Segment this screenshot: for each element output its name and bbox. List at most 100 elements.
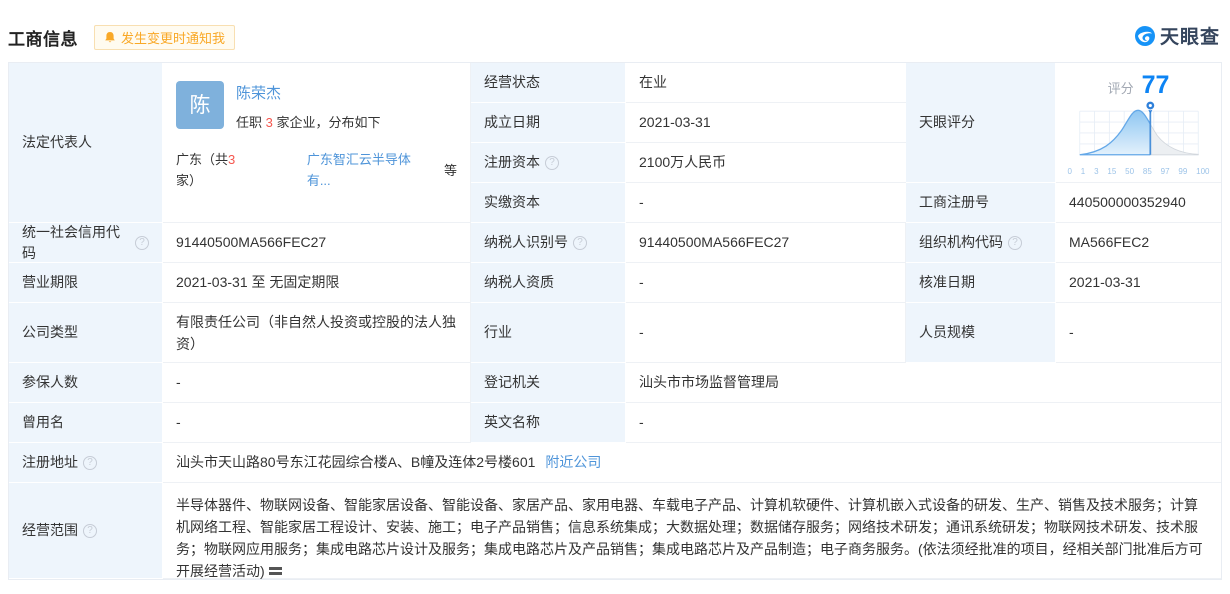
business-info-table: 法定代表人 陈 陈荣杰 任职 3 家企业，分布如下 广东（共3家） 广东智汇云半… xyxy=(8,62,1222,580)
field-value-registration-no: 440500000352940 xyxy=(1056,183,1221,223)
notify-on-change-button[interactable]: 发生变更时通知我 xyxy=(94,25,235,50)
field-label-legal-rep: 法定代表人 xyxy=(9,63,163,223)
score-axis-tick: 15 xyxy=(1107,161,1116,182)
field-label-registration-authority: 登记机关 xyxy=(471,363,626,403)
field-value-taxpayer-qualification: - xyxy=(626,263,906,303)
field-value-approval-date: 2021-03-31 xyxy=(1056,263,1221,303)
score-axis-tick: 97 xyxy=(1161,161,1170,182)
field-value-business-term: 2021-03-31 至 无固定期限 xyxy=(163,263,471,303)
field-value-org-code: MA566FEC2 xyxy=(1056,223,1221,263)
score-distribution-chart xyxy=(1068,99,1210,160)
field-value-company-type: 有限责任公司（非自然人投资或控股的法人独资） xyxy=(163,303,471,363)
field-value-staff-size: - xyxy=(1056,303,1221,363)
role-count: 3 xyxy=(266,115,273,130)
table-row: 统一社会信用代码? 91440500MA566FEC27 纳税人识别号? 914… xyxy=(9,223,1221,263)
bell-icon xyxy=(104,31,116,44)
field-label-registration-no: 工商注册号 xyxy=(906,183,1056,223)
field-value-registered-address: 汕头市天山路80号东江花园综合楼A、B幢及连体2号楼601 附近公司 xyxy=(163,443,1221,483)
legal-rep-distribution-line: 广东（共3家） 广东智汇云半导体有... 等 xyxy=(176,149,457,191)
help-icon[interactable]: ? xyxy=(83,524,97,538)
field-label-taxpayer-id: 纳税人识别号? xyxy=(471,223,626,263)
field-label-org-code: 组织机构代码? xyxy=(906,223,1056,263)
table-row: 注册地址? 汕头市天山路80号东江花园综合楼A、B幢及连体2号楼601 附近公司 xyxy=(9,443,1221,483)
table-row: 法定代表人 陈 陈荣杰 任职 3 家企业，分布如下 广东（共3家） 广东智汇云半… xyxy=(9,63,1221,223)
help-icon[interactable]: ? xyxy=(135,236,149,250)
score-axis-tick: 99 xyxy=(1178,161,1187,182)
help-icon[interactable]: ? xyxy=(573,236,587,250)
nearby-companies-link[interactable]: 附近公司 xyxy=(545,452,601,473)
legal-rep-avatar[interactable]: 陈 xyxy=(176,81,224,129)
field-value-credit-code: 91440500MA566FEC27 xyxy=(163,223,471,263)
score-axis-tick: 50 xyxy=(1125,161,1134,182)
field-label-company-type: 公司类型 xyxy=(9,303,163,363)
scope-report-icon[interactable] xyxy=(269,561,282,583)
legal-rep-name-link[interactable]: 陈荣杰 xyxy=(236,83,281,104)
etc-label: 等 xyxy=(444,160,457,181)
field-label-business-scope: 经营范围? xyxy=(9,483,163,579)
field-label-industry: 行业 xyxy=(471,303,626,363)
field-value-taxpayer-id: 91440500MA566FEC27 xyxy=(626,223,906,263)
tianyancha-logo[interactable]: 天眼查 xyxy=(1134,22,1220,49)
field-value-establish-date: 2021-03-31 xyxy=(626,103,906,143)
section-header: 工商信息 发生变更时通知我 天眼查 xyxy=(8,20,1222,54)
field-label-registered-capital: 注册资本? xyxy=(471,143,626,183)
field-label-former-name: 曾用名 xyxy=(9,403,163,443)
score-axis-tick: 3 xyxy=(1094,161,1098,182)
score-axis: 013 15 50 85 97 99 100 xyxy=(1068,161,1210,182)
score-headline: 评分 77 xyxy=(1108,73,1170,99)
table-row: 曾用名 - 英文名称 - xyxy=(9,403,1221,443)
field-label-insured-count: 参保人数 xyxy=(9,363,163,403)
score-value: 77 xyxy=(1142,73,1170,98)
field-label-business-status: 经营状态 xyxy=(471,63,626,103)
table-row: 公司类型 有限责任公司（非自然人投资或控股的法人独资） 行业 - 人员规模 - xyxy=(9,303,1221,363)
field-label-establish-date: 成立日期 xyxy=(471,103,626,143)
field-value-industry: - xyxy=(626,303,906,363)
notify-button-label: 发生变更时通知我 xyxy=(121,28,225,47)
legal-rep-top: 陈 陈荣杰 任职 3 家企业，分布如下 xyxy=(176,81,380,133)
help-icon[interactable]: ? xyxy=(545,156,559,170)
score-axis-tick: 1 xyxy=(1081,161,1085,182)
related-company-link[interactable]: 广东智汇云半导体有... xyxy=(307,149,434,191)
score-word: 评分 xyxy=(1108,78,1134,99)
middle-column-group: 经营状态 在业 成立日期 2021-03-31 注册资本? 2100万人民币 实… xyxy=(471,63,906,223)
field-value-registration-authority: 汕头市市场监督管理局 xyxy=(626,363,1221,403)
tianyancha-logo-text: 天眼查 xyxy=(1160,22,1220,49)
field-label-english-name: 英文名称 xyxy=(471,403,626,443)
legal-rep-cell: 陈 陈荣杰 任职 3 家企业，分布如下 广东（共3家） 广东智汇云半导体有...… xyxy=(163,63,471,223)
field-value-insured-count: - xyxy=(163,363,471,403)
field-value-business-scope: 半导体器件、物联网设备、智能家居设备、智能设备、家居产品、家用电器、车载电子产品… xyxy=(163,483,1221,579)
table-row: 天眼评分 评分 77 xyxy=(906,63,1221,183)
field-label-taxpayer-qualification: 纳税人资质 xyxy=(471,263,626,303)
table-row: 经营状态 在业 xyxy=(471,63,906,103)
table-row: 营业期限 2021-03-31 至 无固定期限 纳税人资质 - 核准日期 202… xyxy=(9,263,1221,303)
field-label-staff-size: 人员规模 xyxy=(906,303,1056,363)
help-icon[interactable]: ? xyxy=(1008,236,1022,250)
help-icon[interactable]: ? xyxy=(83,456,97,470)
field-value-registered-capital: 2100万人民币 xyxy=(626,143,906,183)
region-count: 3 xyxy=(228,152,235,167)
tianyancha-eye-icon xyxy=(1134,25,1156,47)
score-marker-pin xyxy=(1145,101,1154,114)
field-label-approval-date: 核准日期 xyxy=(906,263,1056,303)
field-label-credit-code: 统一社会信用代码? xyxy=(9,223,163,263)
table-row: 参保人数 - 登记机关 汕头市市场监督管理局 xyxy=(9,363,1221,403)
table-row: 注册资本? 2100万人民币 xyxy=(471,143,906,183)
business-info-page: 工商信息 发生变更时通知我 天眼查 法定代表人 陈 陈荣杰 xyxy=(0,0,1230,594)
table-row: 经营范围? 半导体器件、物联网设备、智能家居设备、智能设备、家居产品、家用电器、… xyxy=(9,483,1221,579)
region-summary: 广东（共3家） xyxy=(176,149,261,191)
field-label-business-term: 营业期限 xyxy=(9,263,163,303)
table-row: 成立日期 2021-03-31 xyxy=(471,103,906,143)
table-row: 实缴资本 - xyxy=(471,183,906,223)
field-label-registered-address: 注册地址? xyxy=(9,443,163,483)
score-axis-tick: 0 xyxy=(1068,161,1072,182)
field-value-english-name: - xyxy=(626,403,1221,443)
field-value-paid-capital: - xyxy=(626,183,906,223)
field-value-business-status: 在业 xyxy=(626,63,906,103)
score-axis-tick: 100 xyxy=(1196,161,1209,182)
tianyan-score-cell: 评分 77 xyxy=(1056,63,1221,183)
score-axis-tick: 85 xyxy=(1143,161,1152,182)
table-row: 工商注册号 440500000352940 xyxy=(906,183,1221,223)
legal-rep-role-line: 任职 3 家企业，分布如下 xyxy=(236,112,380,133)
field-label-paid-capital: 实缴资本 xyxy=(471,183,626,223)
page-title: 工商信息 xyxy=(8,25,78,50)
